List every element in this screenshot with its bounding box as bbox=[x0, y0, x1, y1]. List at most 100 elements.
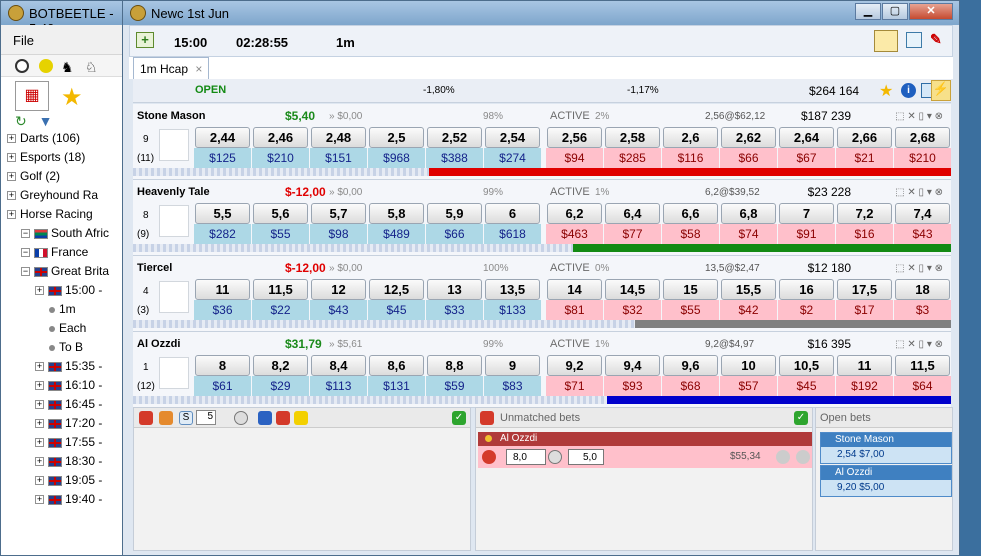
expand-icon[interactable]: − bbox=[21, 267, 30, 277]
back-odds-button[interactable]: 11,5 bbox=[253, 279, 308, 300]
back-odds-button[interactable]: 11 bbox=[195, 279, 250, 300]
filter-icon[interactable]: ▼ bbox=[39, 113, 53, 129]
calendar-tab-icon[interactable]: ▦ bbox=[15, 81, 49, 111]
lay-odds-button[interactable]: 7,2 bbox=[837, 203, 892, 224]
menu-file[interactable]: File bbox=[1, 25, 46, 48]
lay-stake[interactable]: $55 bbox=[662, 300, 719, 320]
expand-icon[interactable]: − bbox=[21, 229, 30, 239]
lay-odds-button[interactable]: 2,6 bbox=[663, 127, 718, 148]
expand-icon[interactable]: + bbox=[35, 495, 44, 505]
back-stake[interactable]: $36 bbox=[194, 300, 251, 320]
expand-icon[interactable]: + bbox=[7, 191, 16, 201]
lay-odds-button[interactable]: 2,66 bbox=[837, 127, 892, 148]
odds-input[interactable]: 8,0 bbox=[506, 449, 546, 465]
background-window-titlebar[interactable]: BOTBEETLE - 5.40 bbox=[1, 1, 127, 36]
back-stake[interactable]: $968 bbox=[368, 148, 425, 168]
expand-icon[interactable]: + bbox=[7, 134, 16, 144]
open-bet-2[interactable]: Al Ozzdi 9,20 $5,00 bbox=[820, 465, 952, 497]
lay-stake[interactable]: $71 bbox=[546, 376, 603, 396]
odds-circle-icon[interactable] bbox=[548, 450, 562, 464]
back-stake[interactable]: $83 bbox=[484, 376, 541, 396]
tree-item[interactable]: + Golf (2) bbox=[7, 167, 132, 186]
lay-odds-button[interactable]: 9,4 bbox=[605, 355, 660, 376]
back-stake[interactable]: $210 bbox=[252, 148, 309, 168]
runner-tools-icon[interactable]: ⬚ ✕ ▯ ▾ ⊗ bbox=[895, 339, 943, 350]
lay-stake[interactable]: $43 bbox=[894, 224, 951, 244]
expand-icon[interactable]: + bbox=[7, 172, 16, 182]
back-odds-button[interactable]: 2,52 bbox=[427, 127, 482, 148]
expand-icon[interactable]: + bbox=[35, 400, 44, 410]
lay-odds-button[interactable]: 11 bbox=[837, 355, 892, 376]
greyhound-icon[interactable]: ♘ bbox=[85, 59, 98, 76]
lay-odds-button[interactable]: 6,4 bbox=[605, 203, 660, 224]
runner-name[interactable]: Stone Mason bbox=[137, 110, 205, 122]
tree-item[interactable]: + Darts (106) bbox=[7, 129, 132, 148]
lay-stake[interactable]: $17 bbox=[836, 300, 893, 320]
lay-odds-button[interactable]: 6,6 bbox=[663, 203, 718, 224]
runner-name[interactable]: Al Ozzdi bbox=[137, 338, 180, 350]
expand-icon[interactable]: + bbox=[7, 210, 16, 220]
back-stake[interactable]: $98 bbox=[310, 224, 367, 244]
tree-item[interactable]: +19:05 - bbox=[7, 471, 132, 490]
lay-odds-button[interactable]: 2,68 bbox=[895, 127, 950, 148]
lay-stake[interactable]: $93 bbox=[604, 376, 661, 396]
lay-stake[interactable]: $16 bbox=[836, 224, 893, 244]
lay-odds-button[interactable]: 2,62 bbox=[721, 127, 776, 148]
favourites-tab-icon[interactable]: ★ bbox=[61, 83, 83, 112]
lay-odds-button[interactable]: 2,64 bbox=[779, 127, 834, 148]
lay-odds-button[interactable]: 14 bbox=[547, 279, 602, 300]
tree-item[interactable]: Each bbox=[7, 319, 132, 338]
back-odds-button[interactable]: 13,5 bbox=[485, 279, 540, 300]
check-circle-icon[interactable] bbox=[796, 450, 810, 464]
expand-icon[interactable]: + bbox=[35, 457, 44, 467]
expand-icon[interactable]: + bbox=[35, 419, 44, 429]
back-stake[interactable]: $618 bbox=[484, 224, 541, 244]
tree-item[interactable]: + Greyhound Ra bbox=[7, 186, 132, 205]
back-odds-button[interactable]: 2,44 bbox=[195, 127, 250, 148]
tree-item[interactable]: +17:20 - bbox=[7, 414, 132, 433]
lay-odds-button[interactable]: 15,5 bbox=[721, 279, 776, 300]
tree-item[interactable]: +19:40 - bbox=[7, 490, 132, 509]
lay-odds-button[interactable]: 9,6 bbox=[663, 355, 718, 376]
back-stake[interactable]: $388 bbox=[426, 148, 483, 168]
tab-1m-hcap[interactable]: 1m Hcap × bbox=[133, 57, 210, 79]
tools-icon[interactable] bbox=[159, 411, 173, 425]
back-odds-button[interactable]: 12 bbox=[311, 279, 366, 300]
lay-stake[interactable]: $42 bbox=[720, 300, 777, 320]
back-odds-button[interactable]: 6 bbox=[485, 203, 540, 224]
back-odds-button[interactable]: 8,6 bbox=[369, 355, 424, 376]
expand-icon[interactable]: + bbox=[35, 286, 44, 296]
circle-icon[interactable] bbox=[234, 411, 248, 425]
runner-name[interactable]: Tiercel bbox=[137, 262, 172, 274]
tree-item[interactable]: + Esports (18) bbox=[7, 148, 132, 167]
lay-odds-button[interactable]: 16 bbox=[779, 279, 834, 300]
expand-icon[interactable]: − bbox=[21, 248, 30, 258]
expand-icon[interactable]: + bbox=[35, 362, 44, 372]
tree-item[interactable]: − Great Brita bbox=[7, 262, 132, 281]
back-stake[interactable]: $59 bbox=[426, 376, 483, 396]
lay-stake[interactable]: $64 bbox=[894, 376, 951, 396]
back-stake[interactable]: $274 bbox=[484, 148, 541, 168]
back-stake[interactable]: $45 bbox=[368, 300, 425, 320]
expand-icon[interactable]: + bbox=[35, 476, 44, 486]
back-stake[interactable]: $151 bbox=[310, 148, 367, 168]
close-button[interactable]: ✕ bbox=[909, 3, 953, 20]
stake-box[interactable]: 5 bbox=[196, 410, 216, 425]
back-stake[interactable]: $29 bbox=[252, 376, 309, 396]
back-odds-button[interactable]: 8,8 bbox=[427, 355, 482, 376]
back-stake[interactable]: $33 bbox=[426, 300, 483, 320]
lay-stake[interactable]: $45 bbox=[778, 376, 835, 396]
pin-icon[interactable]: ✎ bbox=[930, 31, 942, 48]
shield-blue-icon[interactable] bbox=[258, 411, 272, 425]
tree-item[interactable]: +18:30 - bbox=[7, 452, 132, 471]
add-market-icon[interactable]: + bbox=[136, 32, 154, 48]
lay-stake[interactable]: $192 bbox=[836, 376, 893, 396]
lightning-icon[interactable]: ⚡ bbox=[931, 80, 951, 101]
back-odds-button[interactable]: 5,9 bbox=[427, 203, 482, 224]
lay-stake[interactable]: $68 bbox=[662, 376, 719, 396]
back-stake[interactable]: $66 bbox=[426, 224, 483, 244]
lay-stake[interactable]: $3 bbox=[894, 300, 951, 320]
info-icon[interactable]: i bbox=[901, 83, 916, 98]
back-odds-button[interactable]: 5,7 bbox=[311, 203, 366, 224]
lay-odds-button[interactable]: 2,56 bbox=[547, 127, 602, 148]
